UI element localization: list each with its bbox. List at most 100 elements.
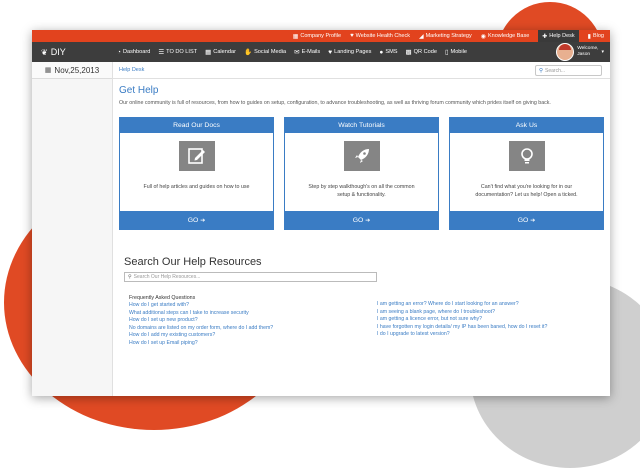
chevron-down-icon: ▾ <box>601 49 604 55</box>
comment-icon: ● <box>379 48 384 56</box>
arrow-right-icon: ➔ <box>365 217 371 224</box>
nav-social-media[interactable]: ✋ Social Media <box>244 48 286 56</box>
top-utility-bar: ▦ Company Profile ♥ Website Health Check ◢… <box>32 30 610 42</box>
help-search-title: Search Our Help Resources <box>124 256 262 268</box>
page-intro: Our online community is full of resource… <box>119 100 551 106</box>
thumbs-up-icon: ✋ <box>243 49 253 56</box>
nav-label: Social Media <box>254 49 287 55</box>
topbar-label: Company Profile <box>300 33 342 39</box>
go-label: GO <box>517 216 529 224</box>
date-text: Nov,25,2013 <box>54 65 100 75</box>
app-logo[interactable]: ❦ DIY <box>41 47 111 57</box>
faq-link[interactable]: How do I set up Email piping? <box>129 340 377 348</box>
arrow-right-icon: ➔ <box>530 217 536 224</box>
page-title: Get Help <box>119 85 159 96</box>
nav-mobile[interactable]: ▯ Mobile <box>445 48 467 56</box>
lifebuoy-icon: ✚ <box>542 33 548 40</box>
topbar-label: Knowledge Base <box>487 33 530 39</box>
user-name: Jason <box>577 52 591 57</box>
faq-link[interactable]: I am getting a licence error, but not su… <box>377 316 547 324</box>
leaf-icon: ❦ <box>41 47 48 57</box>
nav-calendar[interactable]: ▦ Calendar <box>205 48 236 56</box>
go-label: GO <box>352 216 364 224</box>
faq-link[interactable]: I do I upgrade to latest version? <box>377 331 547 339</box>
faq-heading: Frequently Asked Questions <box>129 295 196 301</box>
topbar-website-health-check[interactable]: ♥ Website Health Check <box>350 33 410 39</box>
calendar-icon: ▦ <box>205 49 212 56</box>
nav-landing-pages[interactable]: ♥ Landing Pages <box>328 49 371 56</box>
topbar-blog[interactable]: ▮ Blog <box>588 33 604 40</box>
topbar-label: Help Desk <box>549 33 575 39</box>
nav-sms[interactable]: ● SMS <box>379 49 397 56</box>
chat-icon: ▮ <box>587 33 591 40</box>
heart-pulse-icon: ♥ <box>350 33 354 39</box>
faq-link[interactable]: No domains are listed on my order form, … <box>129 325 377 333</box>
nav-label: Calendar <box>213 49 236 55</box>
lightbulb-icon: ◉ <box>480 33 486 40</box>
app-window: ▦ Company Profile ♥ Website Health Check ◢… <box>32 30 610 396</box>
edit-icon <box>178 141 215 171</box>
topbar-knowledge-base[interactable]: ◉ Knowledge Base <box>481 33 530 40</box>
card-watch-tutorials: Watch Tutorials Step by step walkthough'… <box>284 117 439 230</box>
lightbulb-icon <box>508 141 545 171</box>
main-navbar: ❦ DIY ◔ Dashboard ☰ TO DO LIST ▦ Calendar ✋ S… <box>32 42 610 62</box>
nav-label: Landing Pages <box>334 49 372 55</box>
arrow-right-icon: ➔ <box>200 217 206 224</box>
nav-label: Mobile <box>450 49 468 55</box>
card-ask-us: Ask Us Can't find what you're looking fo… <box>449 117 604 230</box>
dashboard-icon: ◔ <box>117 48 121 56</box>
card-title: Watch Tutorials <box>285 118 438 133</box>
nav-todo-list[interactable]: ☰ TO DO LIST <box>158 48 197 56</box>
topbar-label: Blog <box>592 33 604 39</box>
calendar-icon: ▦ <box>44 67 52 74</box>
topbar-label: Marketing Strategy <box>425 33 472 39</box>
card-title: Ask Us <box>450 118 603 133</box>
breadcrumb-bar: Help Desk ⚲ Search... <box>113 62 610 79</box>
topbar-label: Website Health Check <box>355 33 410 39</box>
nav-label: QR Code <box>413 49 437 55</box>
go-button[interactable]: GO ➔ <box>120 211 273 229</box>
help-search-input[interactable]: ⚲ Search Our Help Resources... <box>124 272 377 282</box>
envelope-icon: ✉ <box>294 49 300 56</box>
faq-link[interactable]: I have forgotten my login details/ my IP… <box>377 324 547 332</box>
go-button[interactable]: GO ➔ <box>285 211 438 229</box>
user-menu[interactable]: Welcome, Jason ▾ <box>556 43 604 61</box>
search-placeholder: Search... <box>545 67 566 74</box>
faq-link[interactable]: What additional steps can I take to incr… <box>129 310 377 318</box>
topbar-company-profile[interactable]: ▦ Company Profile <box>293 33 341 40</box>
help-search-placeholder: Search Our Help Resources... <box>133 274 201 280</box>
faq-link[interactable]: I am getting an error? Where do I start … <box>377 301 547 309</box>
nav-dashboard[interactable]: ◔ Dashboard <box>117 49 150 56</box>
help-cards: Read Our Docs Full of help articles and … <box>119 117 604 230</box>
logo-text: DIY <box>50 47 66 57</box>
card-read-docs: Read Our Docs Full of help articles and … <box>119 117 274 230</box>
mobile-icon: ▯ <box>444 49 449 56</box>
faq-section: Frequently Asked Questions How do I get … <box>129 295 604 348</box>
card-title: Read Our Docs <box>120 118 273 133</box>
nav-emails[interactable]: ✉ E-Mails <box>294 48 320 56</box>
go-button[interactable]: GO ➔ <box>450 211 603 229</box>
heart-icon: ♥ <box>328 48 333 56</box>
faq-link[interactable]: How do I add my existing customers? <box>129 332 377 340</box>
faq-link[interactable]: How do I set up new product? <box>129 317 377 325</box>
faq-link[interactable]: I am seeing a blank page, where do I tro… <box>377 309 547 317</box>
nav-qr-code[interactable]: ▩ QR Code <box>405 48 436 56</box>
card-description: Full of help articles and guides on how … <box>143 184 250 190</box>
megaphone-icon: ◢ <box>418 33 424 40</box>
search-input[interactable]: ⚲ Search... <box>535 65 602 76</box>
nav-label: E-Mails <box>301 49 321 55</box>
qrcode-icon: ▩ <box>405 49 412 56</box>
card-description: Step by step walkthough's on all the com… <box>308 184 415 198</box>
topbar-help-desk[interactable]: ✚ Help Desk <box>538 30 579 42</box>
nav-label: TO DO LIST <box>166 49 198 55</box>
faq-link[interactable]: How do I get started with? <box>129 302 377 310</box>
main-content: Help Desk ⚲ Search... Get Help Our onlin… <box>113 62 610 396</box>
go-label: GO <box>187 216 199 224</box>
search-icon: ⚲ <box>128 274 132 280</box>
breadcrumb[interactable]: Help Desk <box>119 67 144 73</box>
nav-label: SMS <box>385 49 398 55</box>
topbar-marketing-strategy[interactable]: ◢ Marketing Strategy <box>419 33 472 40</box>
date-display: ▦ Nov,25,2013 <box>32 62 112 79</box>
search-icon: ⚲ <box>539 67 544 74</box>
avatar <box>556 43 575 61</box>
